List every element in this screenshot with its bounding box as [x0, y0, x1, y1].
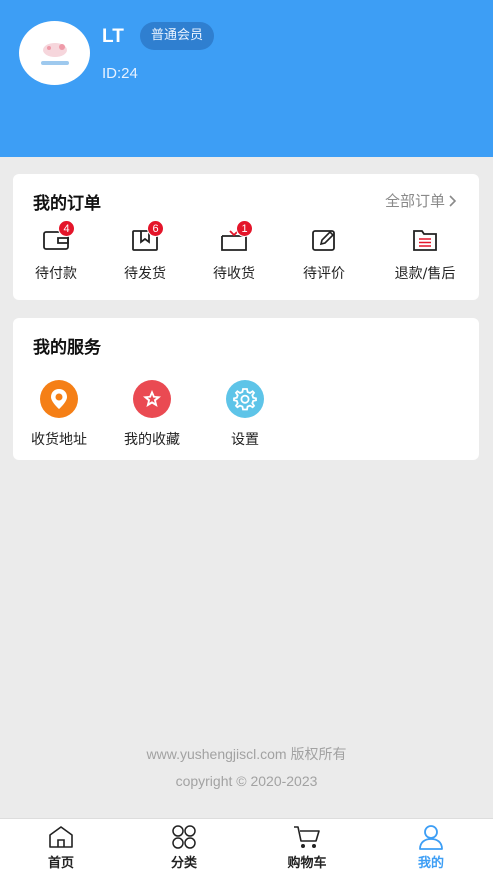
- tab-home[interactable]: 首页: [16, 824, 106, 871]
- cart-icon: [294, 826, 320, 848]
- member-level-badge: 普通会员: [140, 22, 215, 50]
- order-badge: 4: [58, 220, 75, 237]
- service-favorites[interactable]: 我的收藏: [106, 380, 198, 449]
- order-label: 待收货: [213, 266, 255, 282]
- tab-label: 购物车: [287, 856, 327, 871]
- refund-list-icon: [413, 230, 437, 251]
- username: LT: [102, 26, 124, 47]
- service-label: 我的收藏: [124, 432, 180, 448]
- order-label: 待发货: [124, 266, 166, 282]
- order-pending-shipment[interactable]: 6 待发货: [100, 220, 190, 283]
- order-badge: 6: [147, 220, 164, 237]
- all-orders-label: 全部订单: [384, 192, 445, 210]
- tab-cart[interactable]: 购物车: [262, 824, 352, 871]
- user-icon: [419, 825, 443, 850]
- tab-category[interactable]: 分类: [139, 824, 229, 871]
- service-settings[interactable]: 设置: [199, 380, 291, 449]
- order-label: 待评价: [303, 266, 345, 282]
- user-id: ID:24: [102, 65, 138, 82]
- tab-label: 首页: [47, 856, 74, 871]
- star-icon: [133, 380, 171, 418]
- gear-icon: [226, 380, 264, 418]
- order-pending-review[interactable]: 待评价: [279, 226, 369, 283]
- location-pin-icon: [40, 380, 78, 418]
- service-label: 设置: [231, 432, 259, 448]
- order-pending-payment[interactable]: 4 待付款: [11, 220, 101, 283]
- order-badge: 1: [236, 220, 253, 237]
- category-grid-icon: [172, 825, 196, 849]
- copyright-years: copyright © 2020-2023: [175, 773, 318, 789]
- service-address[interactable]: 收货地址: [13, 380, 105, 449]
- all-orders-link[interactable]: 全部订单: [385, 190, 457, 211]
- my-orders-card: 我的订单 全部订单 4 待付款 6 待发货 1 待收货 待评价 退款/售后: [13, 174, 479, 300]
- order-label: 退款/售后: [394, 266, 456, 282]
- my-services-card: 我的服务 收货地址 我的收藏 设置: [13, 318, 479, 460]
- bottom-tab-bar: 首页 分类 购物车 我的: [0, 818, 493, 879]
- service-label: 收货地址: [31, 432, 87, 448]
- copyright-site: www.yushengjiscl.com 版权所有: [146, 746, 347, 762]
- avatar-image-icon: [40, 43, 69, 65]
- chevron-right-icon: [449, 194, 457, 207]
- profile-header: LT 普通会员 ID:24: [0, 0, 493, 157]
- home-icon: [49, 826, 73, 848]
- tab-label: 分类: [170, 856, 197, 871]
- tab-mine[interactable]: 我的: [386, 824, 476, 871]
- edit-review-icon: [312, 230, 335, 251]
- order-pending-receipt[interactable]: 1 待收货: [189, 220, 279, 283]
- tab-label: 我的: [417, 856, 444, 871]
- order-label: 待付款: [35, 266, 77, 282]
- my-orders-title: 我的订单: [33, 194, 101, 214]
- my-services-title: 我的服务: [33, 338, 101, 358]
- avatar[interactable]: [19, 21, 90, 85]
- order-refund-aftersale[interactable]: 退款/售后: [380, 226, 470, 283]
